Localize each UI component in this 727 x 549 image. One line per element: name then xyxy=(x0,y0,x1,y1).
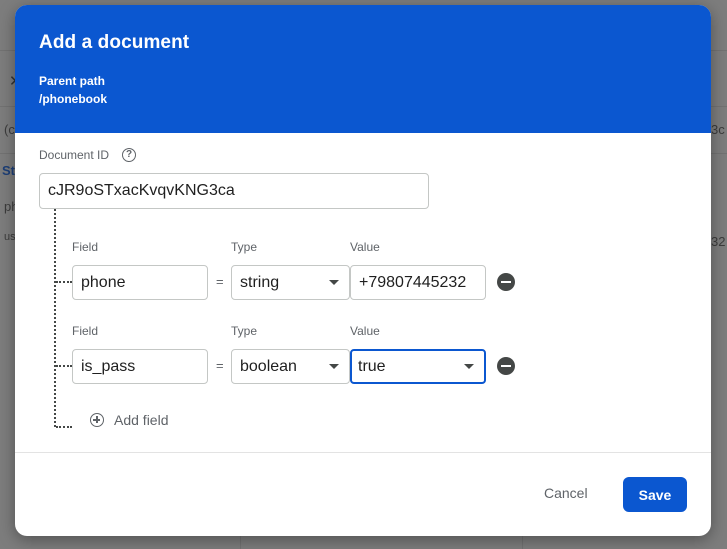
type-select[interactable]: string xyxy=(231,265,350,300)
field-label: Field xyxy=(72,324,99,338)
equals-sign: = xyxy=(216,274,224,289)
tree-connector xyxy=(56,281,72,283)
dialog-header: Add a document Parent path /phonebook xyxy=(15,5,711,133)
add-field-label: Add field xyxy=(114,412,169,428)
add-circle-icon xyxy=(90,413,104,427)
save-button[interactable]: Save xyxy=(623,477,687,512)
field-label: Field xyxy=(72,240,99,254)
dropdown-caret-icon xyxy=(329,363,339,369)
document-id-label: Document ID xyxy=(39,148,110,162)
dropdown-caret-icon xyxy=(329,279,339,285)
tree-connector xyxy=(54,209,56,427)
field-value-input[interactable]: +79807445232 xyxy=(350,265,486,300)
field-name-value: is_pass xyxy=(81,357,136,375)
type-select-value: string xyxy=(240,273,280,291)
dialog-title: Add a document xyxy=(39,32,190,53)
bg-fragment: St xyxy=(2,163,15,178)
document-id-input[interactable]: cJR9oSTxacKvqvKNG3ca xyxy=(39,173,429,209)
document-id-value: cJR9oSTxacKvqvKNG3ca xyxy=(48,182,235,199)
cancel-button[interactable]: Cancel xyxy=(544,485,588,501)
value-label: Value xyxy=(350,240,380,254)
remove-icon[interactable] xyxy=(497,357,515,375)
bg-fragment: (c xyxy=(4,122,15,137)
field-name-input[interactable]: phone xyxy=(72,265,208,300)
parent-path-label: Parent path xyxy=(39,74,106,88)
bg-fragment: 3c xyxy=(711,122,725,137)
field-name-input[interactable]: is_pass xyxy=(72,349,208,384)
field-value-value: +79807445232 xyxy=(359,273,467,291)
value-select-value: true xyxy=(358,357,386,375)
type-select-value: boolean xyxy=(240,357,297,375)
add-field-button[interactable]: Add field xyxy=(90,412,168,428)
tree-connector xyxy=(56,426,72,428)
bg-fragment: us xyxy=(4,231,16,243)
footer-divider xyxy=(15,452,711,453)
value-select[interactable]: true xyxy=(350,349,486,384)
value-label: Value xyxy=(350,324,380,338)
bg-fragment: 32 xyxy=(711,234,726,249)
field-name-value: phone xyxy=(81,273,126,291)
add-document-dialog: Add a document Parent path /phonebook Do… xyxy=(15,5,711,536)
parent-path-value: /phonebook xyxy=(39,92,107,106)
type-label: Type xyxy=(231,240,258,254)
type-label: Type xyxy=(231,324,258,338)
remove-icon[interactable] xyxy=(497,273,515,291)
type-select[interactable]: boolean xyxy=(231,349,350,384)
equals-sign: = xyxy=(216,358,224,373)
tree-connector xyxy=(56,365,72,367)
dropdown-caret-icon xyxy=(464,363,474,369)
help-icon[interactable]: ? xyxy=(122,148,136,162)
